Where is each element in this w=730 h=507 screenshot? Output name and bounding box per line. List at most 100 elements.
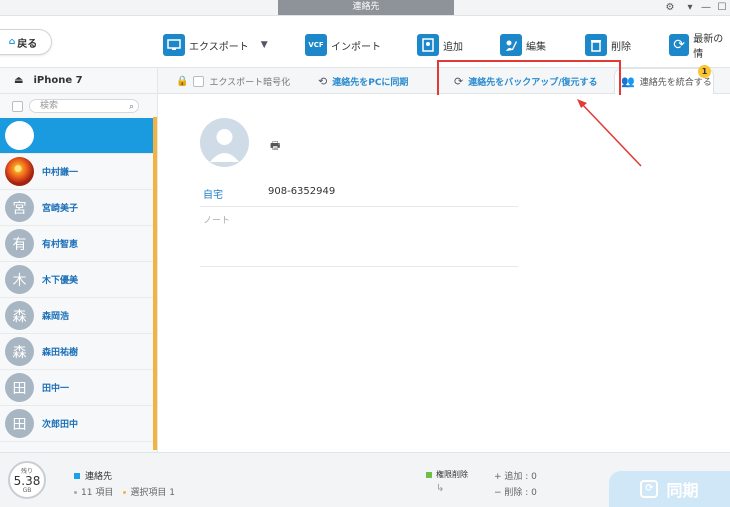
added-label: 追加 : 0 [504,472,537,482]
add-contact-icon [417,34,439,56]
contacts-title: 連絡先 [85,472,113,482]
title-bar: 連絡先 ⚙ ▾ — ☐ [0,0,730,16]
export-encrypt-label: エクスポート暗号化 [209,77,291,88]
contact-name: 次郎田中 [42,420,79,430]
phone-value[interactable]: 908-6352949 [268,186,335,197]
divider [200,266,518,267]
sync-label: 同期 [666,481,699,500]
items-count: 11 項目 [81,488,114,498]
contacts-square-icon [74,472,80,479]
users-icon: 👥 [621,75,635,88]
search-icon: ⌕ [128,102,134,112]
printer-icon[interactable]: 🖶 [270,137,280,156]
contact-item[interactable]: 森 森岡浩 [0,298,157,334]
refresh-button[interactable]: ⟳ 最新の情 [669,32,730,60]
window-title: 連絡先 [278,0,454,15]
refresh-icon: ⟳ [669,34,690,56]
device-header[interactable]: ⏏ iPhone 7 [0,68,157,94]
export-encrypt-option[interactable]: 🔒 エクスポート暗号化 [176,68,290,94]
back-label: 戻る [17,38,38,50]
contact-name: 宮崎美子 [42,204,79,214]
vcf-icon: VCF [305,34,327,56]
add-button[interactable]: 追加 [417,32,463,58]
contact-detail: 🖶 自宅 908-6352949 ノート [158,95,730,452]
edit-button[interactable]: 編集 [500,32,546,58]
device-name: iPhone 7 [33,75,83,86]
contact-item[interactable]: 木 木下優美 [0,262,157,298]
contact-item[interactable]: 宮 宮崎美子 [0,190,157,226]
permission-delete-label: 権限削除 [436,470,468,479]
return-arrow-icon: ↳ [436,483,445,494]
gear-icon[interactable]: ⚙ [662,0,678,16]
merge-badge: 1 [698,65,711,78]
delete-label: 削除 [611,41,631,53]
export-icon [163,34,185,56]
avatar: 有 [5,229,34,258]
contact-item[interactable]: 田 田中一 [0,370,157,406]
maximize-icon[interactable]: ☐ [714,0,730,16]
search-row: 検索 ⌕ [0,94,157,118]
avatar: 田 [5,409,34,438]
contact-item[interactable]: 田 次郎田中 [0,406,157,442]
import-button[interactable]: VCF インポート [305,32,381,58]
contact-name: 中村謙一 [42,168,79,178]
permission-square-icon [426,471,432,478]
contact-name: 田中一 [42,384,70,394]
avatar: 田 [5,373,34,402]
search-input[interactable]: 検索 ⌕ [29,99,139,113]
search-placeholder: 検索 [40,101,59,111]
select-all-checkbox[interactable] [12,100,23,112]
avatar: 森 [5,337,34,366]
deleted-count: − 削除 : 0 [494,488,537,498]
trash-icon [585,34,607,56]
contacts-status: 連絡先 [74,469,112,482]
storage-indicator: 残り 5.38 GB [8,461,46,499]
monitor-sync-icon: ⟲ [318,74,328,88]
avatar: 木 [5,265,34,294]
eject-icon[interactable]: ⏏ [14,75,23,86]
contact-name: 森岡浩 [42,312,70,322]
tab-sync-pc[interactable]: ⟲ 連絡先をPCに同期 [318,68,408,94]
contact-name: 木下優美 [42,276,79,286]
selected-items: 選択項目 1 [130,488,175,498]
add-label: 追加 [443,41,463,53]
chevron-down-icon[interactable]: ▼ [261,40,268,50]
sidebar: ⏏ iPhone 7 検索 ⌕ 中村謙一 宮 宮崎美子 有 有村智恵 木 木下優… [0,68,158,452]
contact-item[interactable]: 中村謙一 [0,154,157,190]
avatar: 宮 [5,193,34,222]
export-button[interactable]: エクスポート ▼ [163,32,268,58]
home-icon: ⌂ [8,37,16,47]
divider [200,206,518,207]
highlight-box [437,60,621,97]
avatar [5,121,34,150]
export-encrypt-checkbox[interactable] [193,75,205,87]
avatar [5,157,34,186]
dropdown-icon[interactable]: ▾ [682,0,698,16]
deleted-label: 削除 : 0 [504,488,537,498]
back-button[interactable]: ⌂ 戻る [0,29,52,55]
lock-icon: 🔒 [176,75,189,87]
sync-icon: ⟳ [640,480,659,498]
tab-sync-pc-label: 連絡先をPCに同期 [332,77,409,88]
item-counts: 11 項目 選択項目 1 [74,485,175,498]
delete-button[interactable]: 削除 [585,32,631,58]
edit-label: 編集 [526,41,546,53]
storage-value: 5.38 [13,474,41,488]
scrollbar[interactable] [153,117,157,450]
note-field[interactable]: ノート [203,213,230,226]
export-label: エクスポート [189,41,249,53]
contact-name: 森田祐樹 [42,348,79,358]
edit-icon [500,34,522,56]
import-label: インポート [331,41,381,53]
permission-delete: 権限削除 [426,469,468,480]
minimize-icon[interactable]: — [698,0,714,16]
contact-item[interactable]: 森 森田祐樹 [0,334,157,370]
contact-item[interactable]: 有 有村智恵 [0,226,157,262]
contact-avatar [200,118,249,167]
sync-button[interactable]: ⟳ 同期 [609,471,730,507]
phone-label: 自宅 [203,190,223,201]
contact-name: 有村智恵 [42,240,79,250]
contact-item-selected[interactable] [0,118,157,154]
avatar: 森 [5,301,34,330]
storage-unit: GB [22,487,32,494]
